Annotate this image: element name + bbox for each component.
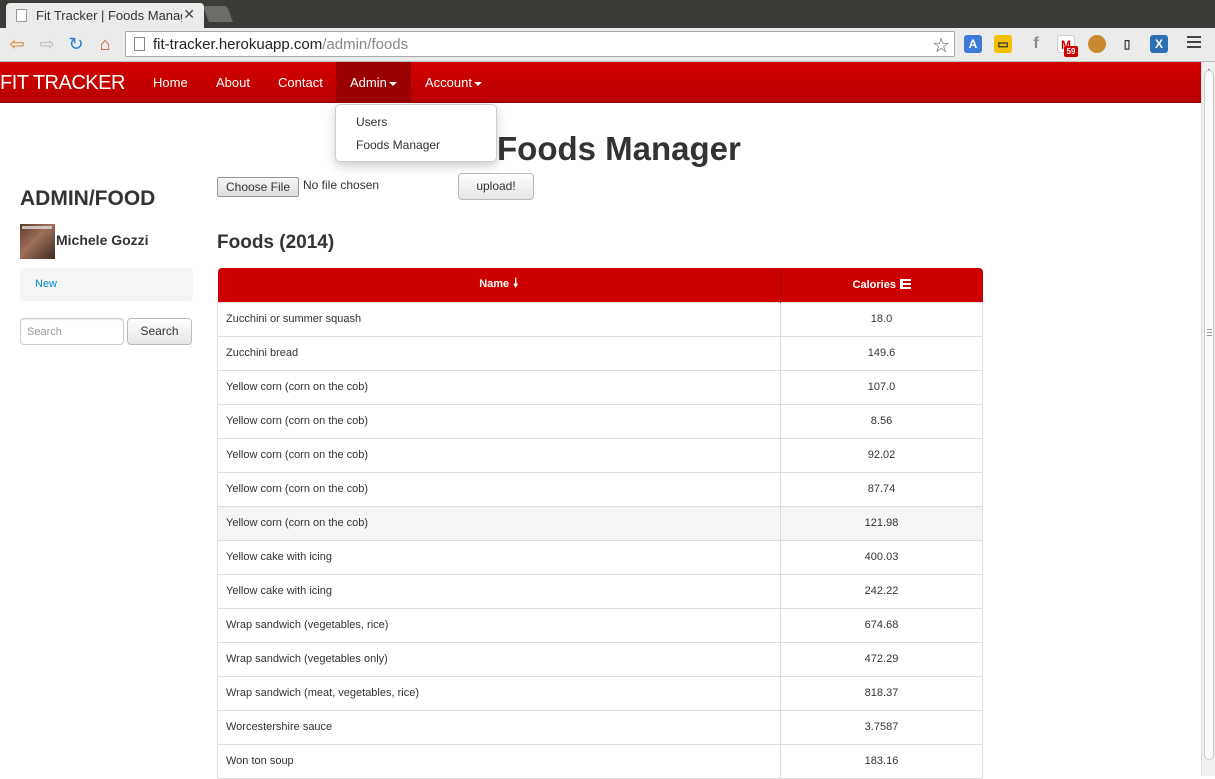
calories-cell: 87.74 (780, 471, 983, 507)
nav-contact[interactable]: Contact (264, 62, 337, 103)
name-column-header[interactable]: Name 🠗 (217, 268, 781, 302)
phone-extension-icon[interactable]: ▯ (1118, 35, 1136, 53)
calories-cell: 149.6 (780, 335, 983, 371)
back-arrow-icon[interactable]: ⇦ (6, 33, 28, 55)
table-header-row: Name 🠗 Calories (217, 268, 983, 302)
nav-about[interactable]: About (202, 62, 264, 103)
food-name-cell[interactable]: Zucchini bread (217, 335, 781, 371)
table-row: Won ton soup 183.16 (217, 743, 983, 779)
calories-cell: 92.02 (780, 437, 983, 473)
table-row: Wrap sandwich (vegetables only) 472.29 (217, 641, 983, 677)
site-navbar: FIT TRACKER Home About Contact Admin Acc… (0, 62, 1201, 103)
user-name: Michele Gozzi (56, 232, 149, 248)
food-name-cell[interactable]: Won ton soup (217, 743, 781, 779)
calories-cell: 107.0 (780, 369, 983, 405)
new-food-link[interactable]: New (35, 278, 57, 290)
table-row: Yellow corn (corn on the cob) 121.98 (217, 505, 983, 541)
table-row: Zucchini or summer squash 18.0 (217, 301, 983, 337)
forward-arrow-icon[interactable]: ⇨ (36, 33, 58, 55)
home-icon[interactable]: ⌂ (94, 33, 116, 55)
food-name-cell[interactable]: Wrap sandwich (vegetables only) (217, 641, 781, 677)
admin-dropdown-menu: Users Foods Manager (335, 104, 497, 162)
food-name-cell[interactable]: Yellow corn (corn on the cob) (217, 505, 781, 541)
address-bar[interactable]: fit-tracker.herokuapp.com/admin/foods ☆ (125, 31, 955, 57)
table-row: Yellow corn (corn on the cob) 92.02 (217, 437, 983, 473)
food-name-cell[interactable]: Zucchini or summer squash (217, 301, 781, 337)
sidebar-title: ADMIN/FOOD (20, 187, 156, 210)
table-row: Worcestershire sauce 3.7587 (217, 709, 983, 745)
table-row: Yellow cake with icing 400.03 (217, 539, 983, 575)
address-url: fit-tracker.herokuapp.com/admin/foods (153, 36, 409, 53)
bookmark-star-icon[interactable]: ☆ (932, 33, 950, 58)
search-button[interactable]: Search (127, 318, 192, 345)
section-title: Foods (2014) (217, 232, 335, 253)
calories-cell: 472.29 (780, 641, 983, 677)
notes-extension-icon[interactable]: ▭ (994, 35, 1012, 53)
cookie-extension-icon[interactable] (1088, 35, 1106, 53)
food-name-cell[interactable]: Yellow corn (corn on the cob) (217, 471, 781, 507)
browser-tabstrip: Fit Tracker | Foods Manag ✕ (0, 0, 1215, 28)
calories-cell: 818.37 (780, 675, 983, 711)
food-name-cell[interactable]: Yellow corn (corn on the cob) (217, 369, 781, 405)
food-name-cell[interactable]: Yellow corn (corn on the cob) (217, 437, 781, 473)
search-input[interactable]: Search (20, 318, 124, 345)
browser-toolbar: ⇦ ⇨ ↻ ⌂ fit-tracker.herokuapp.com/admin/… (0, 28, 1215, 62)
food-name-cell[interactable]: Wrap sandwich (vegetables, rice) (217, 607, 781, 643)
calories-cell: 183.16 (780, 743, 983, 779)
list-icon (899, 278, 911, 289)
sidebar-nav: New (20, 268, 193, 301)
calories-cell: 121.98 (780, 505, 983, 541)
table-row: Zucchini bread 149.6 (217, 335, 983, 371)
dropdown-item-users[interactable]: Users (356, 115, 387, 129)
close-tab-icon[interactable]: ✕ (183, 6, 195, 23)
food-name-cell[interactable]: Yellow cake with icing (217, 539, 781, 575)
caret-down-icon (473, 81, 482, 86)
calories-cell: 242.22 (780, 573, 983, 609)
file-status: No file chosen (303, 178, 380, 192)
food-name-cell[interactable]: Wrap sandwich (meat, vegetables, rice) (217, 675, 781, 711)
page-scrollbar[interactable]: ▲ (1201, 62, 1215, 776)
foods-table: Name 🠗 Calories Zucchini or summer squash… (217, 268, 983, 779)
page-favicon-icon (16, 9, 27, 22)
table-row: Wrap sandwich (vegetables, rice) 674.68 (217, 607, 983, 643)
calories-cell: 400.03 (780, 539, 983, 575)
calories-cell: 18.0 (780, 301, 983, 337)
browser-tab[interactable]: Fit Tracker | Foods Manag ✕ (6, 3, 204, 28)
calories-cell: 8.56 (780, 403, 983, 439)
x-extension-icon[interactable]: X (1150, 35, 1168, 53)
page-title: Foods Manager (497, 130, 741, 167)
user-avatar (20, 224, 55, 259)
calories-column-header[interactable]: Calories (780, 268, 983, 302)
browser-menu-icon[interactable] (1187, 36, 1201, 51)
table-row: Yellow corn (corn on the cob) 107.0 (217, 369, 983, 405)
page-icon (134, 37, 145, 51)
table-row: Yellow cake with icing 242.22 (217, 573, 983, 609)
calories-cell: 674.68 (780, 607, 983, 643)
tab-title: Fit Tracker | Foods Manag (36, 8, 182, 23)
calories-cell: 3.7587 (780, 709, 983, 745)
gmail-badge: 59 (1064, 46, 1078, 57)
brand-logo[interactable]: FIT TRACKER (0, 72, 125, 95)
nav-account[interactable]: Account (411, 62, 496, 103)
choose-file-button[interactable]: Choose File (217, 177, 299, 197)
scrollbar-thumb[interactable] (1204, 70, 1214, 760)
dropdown-item-foods-manager[interactable]: Foods Manager (356, 138, 440, 152)
table-row: Wrap sandwich (meat, vegetables, rice) 81… (217, 675, 983, 711)
new-tab-button[interactable] (203, 6, 233, 22)
caret-down-icon (388, 81, 397, 86)
sort-down-arrow-icon: 🠗 (513, 276, 519, 291)
translate-extension-icon[interactable]: A (964, 35, 982, 53)
food-name-cell[interactable]: Yellow corn (corn on the cob) (217, 403, 781, 439)
food-name-cell[interactable]: Worcestershire sauce (217, 709, 781, 745)
table-row: Yellow corn (corn on the cob) 87.74 (217, 471, 983, 507)
reload-icon[interactable]: ↻ (65, 33, 87, 55)
facebook-extension-icon[interactable]: f (1027, 35, 1045, 53)
nav-home[interactable]: Home (139, 62, 202, 103)
food-name-cell[interactable]: Yellow cake with icing (217, 573, 781, 609)
table-row: Yellow corn (corn on the cob) 8.56 (217, 403, 983, 439)
nav-admin[interactable]: Admin (336, 62, 411, 103)
upload-button[interactable]: upload! (458, 173, 534, 200)
